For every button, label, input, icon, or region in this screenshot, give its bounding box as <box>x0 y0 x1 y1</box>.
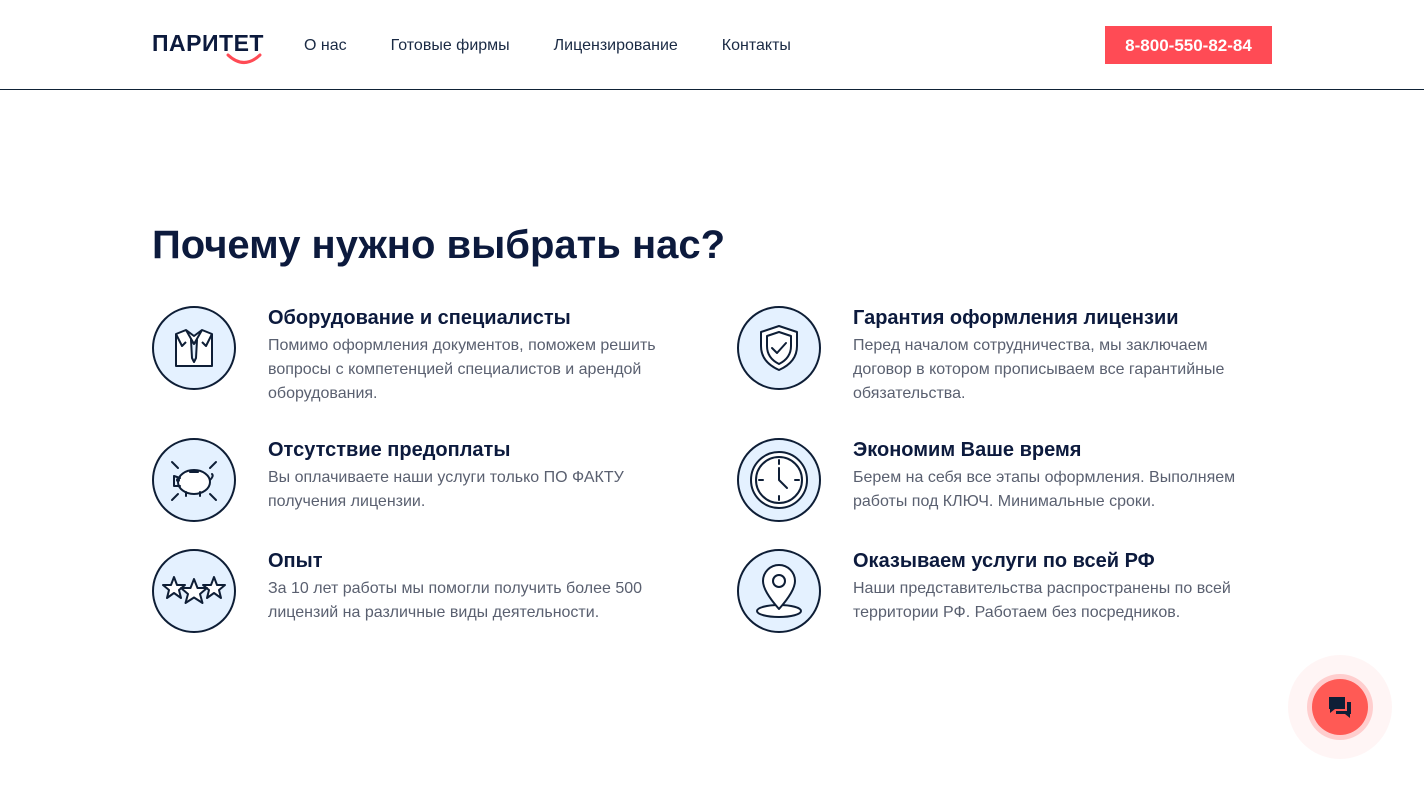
phone-button[interactable]: 8-800-550-82-84 <box>1105 26 1272 64</box>
logo-smile-icon <box>226 53 262 64</box>
feature-icon-circle <box>152 549 236 633</box>
logo[interactable]: ПАРИТЕТ <box>152 30 264 70</box>
suit-tie-icon <box>175 329 213 367</box>
main-nav: О нас Готовые фирмы Лицензирование Конта… <box>304 36 835 56</box>
section-title: Почему нужно выбрать нас? <box>152 223 726 267</box>
chat-widget <box>1288 655 1392 759</box>
feature-text: За 10 лет работы мы помогли получить бол… <box>268 580 643 621</box>
chat-bubbles-icon <box>1329 697 1351 718</box>
piggy-bank-icon <box>171 461 217 501</box>
nav-link-about[interactable]: О нас <box>304 36 347 56</box>
feature-title: Отсутствие предоплаты <box>268 439 511 461</box>
feature-text: Берем на себя все этапы оформления. Выпо… <box>853 469 1236 510</box>
chat-widget-ring <box>1307 674 1373 740</box>
site-header: ПАРИТЕТ О нас Готовые фирмы Лицензирован… <box>0 0 1424 90</box>
chat-button[interactable] <box>1312 679 1368 735</box>
stars-icon <box>162 576 226 604</box>
feature-title: Оказываем услуги по всей РФ <box>853 550 1155 572</box>
nav-link-contacts[interactable]: Контакты <box>722 36 791 56</box>
feature-text: Перед началом сотрудничества, мы заключа… <box>853 337 1225 402</box>
feature-title: Опыт <box>268 550 323 572</box>
nav-link-ready-firms[interactable]: Готовые фирмы <box>391 36 510 56</box>
feature-title: Оборудование и специалисты <box>268 307 571 329</box>
nav-link-licensing[interactable]: Лицензирование <box>554 36 678 56</box>
shield-check-icon <box>760 325 798 371</box>
feature-text: Вы оплачиваете наши услуги только ПО ФАК… <box>268 469 624 510</box>
clock-icon <box>750 451 808 509</box>
feature-title: Экономим Ваше время <box>853 439 1082 461</box>
feature-icon-circle <box>737 306 821 390</box>
feature-icon-circle <box>152 438 236 522</box>
feature-icon-circle <box>152 306 236 390</box>
feature-icon-circle <box>737 549 821 633</box>
feature-icon-circle <box>737 438 821 522</box>
feature-text: Наши представительства распространены по… <box>853 580 1231 621</box>
map-pin-icon <box>756 564 802 618</box>
feature-text: Помимо оформления документов, поможем ре… <box>268 337 656 402</box>
feature-title: Гарантия оформления лицензии <box>853 307 1179 329</box>
